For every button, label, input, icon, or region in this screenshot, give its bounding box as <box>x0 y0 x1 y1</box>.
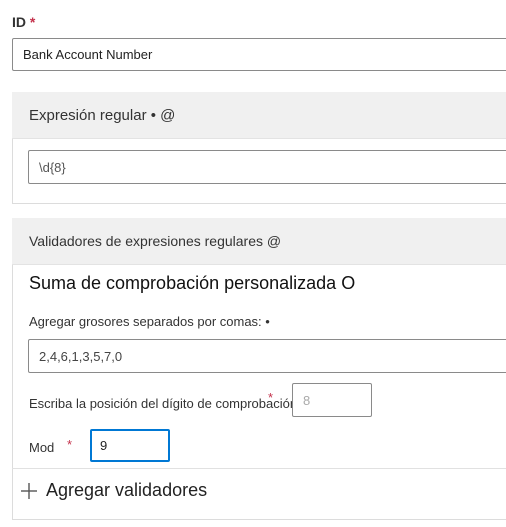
mod-input-value: 9 <box>100 438 108 453</box>
plus-icon <box>21 482 37 499</box>
weights-input[interactable]: 2,4,6,1,3,5,7,0 <box>28 339 506 373</box>
weights-label: Agregar grosores separados por comas: • <box>29 314 270 329</box>
id-input[interactable]: Bank Account Number <box>12 38 506 71</box>
regex-panel-title: Expresión regular • @ <box>29 107 176 124</box>
id-required-mark: * <box>29 14 36 30</box>
regex-input-value: \d{8} <box>39 159 66 175</box>
id-label: ID * <box>12 14 35 30</box>
weights-input-value: 2,4,6,1,3,5,7,0 <box>39 348 123 364</box>
id-label-text: ID <box>12 14 26 30</box>
checksum-title: Suma de comprobación personalizada O <box>29 273 356 293</box>
check-digit-input-value: 8 <box>303 392 311 408</box>
regex-input[interactable]: \d{8} <box>28 150 506 184</box>
check-digit-input[interactable]: 8 <box>292 383 372 417</box>
add-validators-button[interactable]: Agregar validadores <box>20 480 207 501</box>
validators-panel-title: Validadores de expresiones regulares @ <box>29 233 282 249</box>
check-digit-required-mark: * <box>268 390 274 405</box>
mod-label: Mod <box>29 440 55 455</box>
divider <box>12 468 506 469</box>
mod-input[interactable]: 9 <box>90 429 170 462</box>
id-input-value: Bank Account Number <box>23 47 153 62</box>
add-validators-label: Agregar validadores <box>46 480 208 500</box>
check-digit-label: Escriba la posición del dígito de compro… <box>29 396 301 411</box>
mod-required-mark: * <box>67 437 73 452</box>
